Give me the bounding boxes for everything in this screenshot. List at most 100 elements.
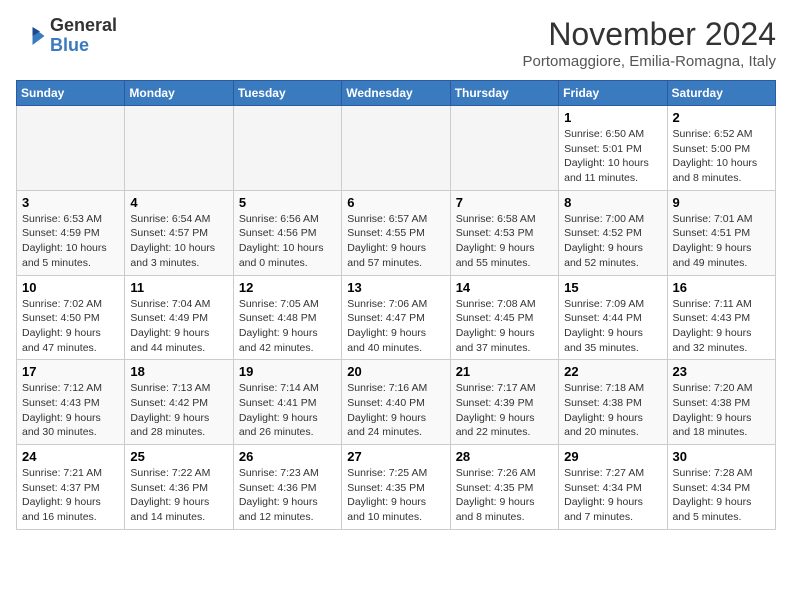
- day-number: 3: [22, 195, 119, 210]
- calendar-cell: 21 Sunrise: 7:17 AM Sunset: 4:39 PM Dayli…: [450, 360, 558, 445]
- logo-blue: Blue: [50, 35, 89, 55]
- day-number: 27: [347, 449, 444, 464]
- day-number: 1: [564, 110, 661, 125]
- col-monday: Monday: [125, 81, 233, 106]
- day-info: Sunrise: 7:18 AM Sunset: 4:38 PM Dayligh…: [564, 381, 661, 440]
- week-row-5: 24 Sunrise: 7:21 AM Sunset: 4:37 PM Dayli…: [17, 445, 776, 530]
- calendar-header-row: Sunday Monday Tuesday Wednesday Thursday…: [17, 81, 776, 106]
- calendar-cell: 23Sunrise: 7:20 AM Sunset: 4:38 PM Dayli…: [667, 360, 775, 445]
- day-number: 18: [130, 364, 227, 379]
- day-number: 16: [673, 280, 770, 295]
- col-saturday: Saturday: [667, 81, 775, 106]
- day-number: 23: [673, 364, 770, 379]
- day-info: Sunrise: 7:28 AM Sunset: 4:34 PM Dayligh…: [673, 466, 770, 525]
- location-subtitle: Portomaggiore, Emilia-Romagna, Italy: [523, 53, 776, 70]
- day-number: 17: [22, 364, 119, 379]
- day-number: 15: [564, 280, 661, 295]
- week-row-3: 10Sunrise: 7:02 AM Sunset: 4:50 PM Dayli…: [17, 275, 776, 360]
- day-info: Sunrise: 7:08 AM Sunset: 4:45 PM Dayligh…: [456, 297, 553, 356]
- day-number: 30: [673, 449, 770, 464]
- calendar-cell: 10Sunrise: 7:02 AM Sunset: 4:50 PM Dayli…: [17, 275, 125, 360]
- calendar-cell: [125, 106, 233, 191]
- day-info: Sunrise: 7:26 AM Sunset: 4:35 PM Dayligh…: [456, 466, 553, 525]
- calendar-cell: 12 Sunrise: 7:05 AM Sunset: 4:48 PM Dayli…: [233, 275, 341, 360]
- logo-text: General Blue: [50, 16, 117, 56]
- calendar-cell: 17 Sunrise: 7:12 AM Sunset: 4:43 PM Dayli…: [17, 360, 125, 445]
- calendar-cell: 28 Sunrise: 7:26 AM Sunset: 4:35 PM Dayli…: [450, 445, 558, 530]
- calendar-cell: 16 Sunrise: 7:11 AM Sunset: 4:43 PM Dayli…: [667, 275, 775, 360]
- calendar-cell: [450, 106, 558, 191]
- day-info: Sunrise: 7:00 AM Sunset: 4:52 PM Dayligh…: [564, 212, 661, 271]
- day-info: Sunrise: 7:11 AM Sunset: 4:43 PM Dayligh…: [673, 297, 770, 356]
- col-friday: Friday: [559, 81, 667, 106]
- month-title: November 2024: [523, 16, 776, 53]
- day-number: 13: [347, 280, 444, 295]
- calendar-cell: 15 Sunrise: 7:09 AM Sunset: 4:44 PM Dayli…: [559, 275, 667, 360]
- day-info: Sunrise: 7:23 AM Sunset: 4:36 PM Dayligh…: [239, 466, 336, 525]
- calendar-cell: 26 Sunrise: 7:23 AM Sunset: 4:36 PM Dayli…: [233, 445, 341, 530]
- calendar-cell: 9 Sunrise: 7:01 AM Sunset: 4:51 PM Daylig…: [667, 190, 775, 275]
- day-number: 4: [130, 195, 227, 210]
- day-info: Sunrise: 6:52 AM Sunset: 5:00 PM Dayligh…: [673, 127, 770, 186]
- calendar-cell: 30 Sunrise: 7:28 AM Sunset: 4:34 PM Dayli…: [667, 445, 775, 530]
- day-number: 28: [456, 449, 553, 464]
- calendar-cell: 6 Sunrise: 6:57 AM Sunset: 4:55 PM Daylig…: [342, 190, 450, 275]
- day-number: 29: [564, 449, 661, 464]
- calendar-cell: 24 Sunrise: 7:21 AM Sunset: 4:37 PM Dayli…: [17, 445, 125, 530]
- day-number: 8: [564, 195, 661, 210]
- day-number: 22: [564, 364, 661, 379]
- calendar-cell: 8 Sunrise: 7:00 AM Sunset: 4:52 PM Daylig…: [559, 190, 667, 275]
- day-info: Sunrise: 7:04 AM Sunset: 4:49 PM Dayligh…: [130, 297, 227, 356]
- calendar-cell: 20Sunrise: 7:16 AM Sunset: 4:40 PM Dayli…: [342, 360, 450, 445]
- calendar-cell: 25 Sunrise: 7:22 AM Sunset: 4:36 PM Dayli…: [125, 445, 233, 530]
- week-row-1: 1 Sunrise: 6:50 AM Sunset: 5:01 PM Daylig…: [17, 106, 776, 191]
- calendar-cell: 13 Sunrise: 7:06 AM Sunset: 4:47 PM Dayli…: [342, 275, 450, 360]
- day-number: 5: [239, 195, 336, 210]
- day-info: Sunrise: 6:53 AM Sunset: 4:59 PM Dayligh…: [22, 212, 119, 271]
- day-info: Sunrise: 6:57 AM Sunset: 4:55 PM Dayligh…: [347, 212, 444, 271]
- page-header: General Blue November 2024 Portomaggiore…: [16, 16, 776, 70]
- title-block: November 2024 Portomaggiore, Emilia-Roma…: [523, 16, 776, 70]
- col-tuesday: Tuesday: [233, 81, 341, 106]
- day-info: Sunrise: 7:25 AM Sunset: 4:35 PM Dayligh…: [347, 466, 444, 525]
- calendar-cell: 29 Sunrise: 7:27 AM Sunset: 4:34 PM Dayli…: [559, 445, 667, 530]
- day-number: 12: [239, 280, 336, 295]
- day-info: Sunrise: 6:54 AM Sunset: 4:57 PM Dayligh…: [130, 212, 227, 271]
- day-number: 7: [456, 195, 553, 210]
- col-thursday: Thursday: [450, 81, 558, 106]
- day-number: 14: [456, 280, 553, 295]
- logo-icon: [16, 21, 46, 51]
- day-number: 26: [239, 449, 336, 464]
- calendar-cell: 4 Sunrise: 6:54 AM Sunset: 4:57 PM Daylig…: [125, 190, 233, 275]
- day-number: 11: [130, 280, 227, 295]
- week-row-4: 17 Sunrise: 7:12 AM Sunset: 4:43 PM Dayli…: [17, 360, 776, 445]
- day-number: 9: [673, 195, 770, 210]
- calendar-cell: [17, 106, 125, 191]
- day-info: Sunrise: 6:56 AM Sunset: 4:56 PM Dayligh…: [239, 212, 336, 271]
- day-info: Sunrise: 7:09 AM Sunset: 4:44 PM Dayligh…: [564, 297, 661, 356]
- calendar-cell: 22 Sunrise: 7:18 AM Sunset: 4:38 PM Dayli…: [559, 360, 667, 445]
- day-number: 24: [22, 449, 119, 464]
- day-number: 2: [673, 110, 770, 125]
- calendar-cell: [233, 106, 341, 191]
- day-info: Sunrise: 7:27 AM Sunset: 4:34 PM Dayligh…: [564, 466, 661, 525]
- logo: General Blue: [16, 16, 117, 56]
- day-info: Sunrise: 7:22 AM Sunset: 4:36 PM Dayligh…: [130, 466, 227, 525]
- day-info: Sunrise: 7:14 AM Sunset: 4:41 PM Dayligh…: [239, 381, 336, 440]
- day-info: Sunrise: 7:21 AM Sunset: 4:37 PM Dayligh…: [22, 466, 119, 525]
- day-number: 25: [130, 449, 227, 464]
- day-info: Sunrise: 7:16 AM Sunset: 4:40 PM Dayligh…: [347, 381, 444, 440]
- week-row-2: 3 Sunrise: 6:53 AM Sunset: 4:59 PM Daylig…: [17, 190, 776, 275]
- day-info: Sunrise: 7:01 AM Sunset: 4:51 PM Dayligh…: [673, 212, 770, 271]
- col-wednesday: Wednesday: [342, 81, 450, 106]
- day-number: 6: [347, 195, 444, 210]
- day-info: Sunrise: 7:06 AM Sunset: 4:47 PM Dayligh…: [347, 297, 444, 356]
- day-info: Sunrise: 6:50 AM Sunset: 5:01 PM Dayligh…: [564, 127, 661, 186]
- day-info: Sunrise: 7:05 AM Sunset: 4:48 PM Dayligh…: [239, 297, 336, 356]
- day-number: 21: [456, 364, 553, 379]
- calendar-cell: 18Sunrise: 7:13 AM Sunset: 4:42 PM Dayli…: [125, 360, 233, 445]
- calendar-cell: 5 Sunrise: 6:56 AM Sunset: 4:56 PM Daylig…: [233, 190, 341, 275]
- day-info: Sunrise: 7:12 AM Sunset: 4:43 PM Dayligh…: [22, 381, 119, 440]
- day-info: Sunrise: 7:17 AM Sunset: 4:39 PM Dayligh…: [456, 381, 553, 440]
- calendar-table: Sunday Monday Tuesday Wednesday Thursday…: [16, 80, 776, 530]
